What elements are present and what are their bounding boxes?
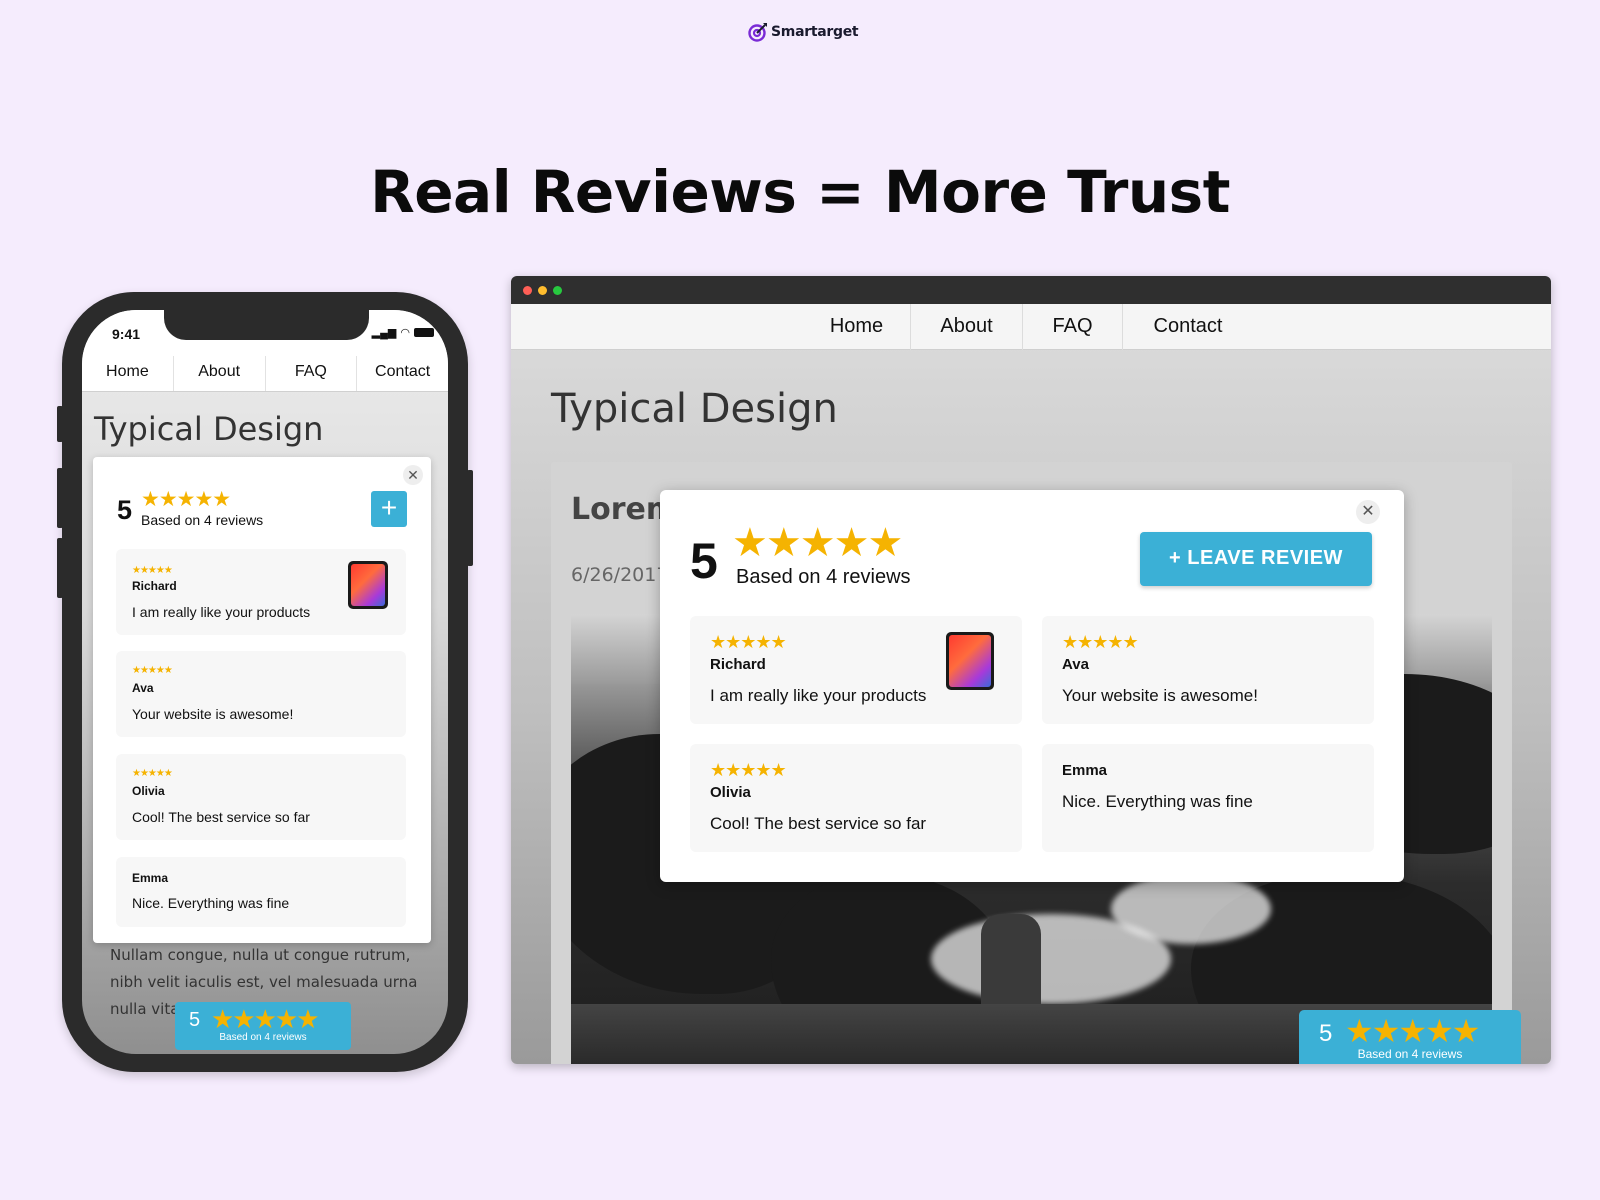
page-title: Typical Design <box>551 386 838 432</box>
widget-score: 5 <box>189 1009 201 1031</box>
review-stars: ★★★★★ <box>132 665 173 676</box>
browser-titlebar <box>511 276 1551 304</box>
add-review-button[interactable]: + <box>371 491 407 527</box>
nav-about[interactable]: About <box>911 304 1023 350</box>
rating-stars: ★★★★★ <box>732 521 903 565</box>
product-tablet-image <box>946 632 994 690</box>
review-card: Emma Nice. Everything was fine <box>1042 744 1374 852</box>
rating-stars: ★★★★★ <box>141 488 231 511</box>
nav-about[interactable]: About <box>174 356 266 391</box>
review-author: Olivia <box>710 784 751 801</box>
review-stars: ★★★★★ <box>710 632 787 652</box>
status-icons: ▂▄▆ ◠ <box>372 326 434 339</box>
phone-volume-down <box>57 538 63 598</box>
rating-count: Based on 4 reviews <box>736 566 911 588</box>
review-text: Cool! The best service so far <box>710 814 927 833</box>
review-text: I am really like your products <box>132 604 311 620</box>
widget-count: Based on 4 reviews <box>219 1032 307 1043</box>
reviews-widget-badge[interactable]: 5 ★★★★★ Based on 4 reviews <box>175 1002 351 1050</box>
nav-home[interactable]: Home <box>82 356 174 391</box>
review-text: Nice. Everything was fine <box>132 895 290 911</box>
site-nav: Home About FAQ Contact <box>511 304 1551 350</box>
close-window-icon[interactable] <box>523 286 532 295</box>
review-card: ★★★★★ Olivia Cool! The best service so f… <box>116 754 406 840</box>
leave-review-button[interactable]: + LEAVE REVIEW <box>1140 532 1372 586</box>
product-tablet-image <box>348 561 388 609</box>
maximize-window-icon[interactable] <box>553 286 562 295</box>
review-author: Richard <box>132 579 177 593</box>
review-author: Ava <box>132 681 154 695</box>
widget-count: Based on 4 reviews <box>1357 1047 1463 1061</box>
brand-name: Smartarget <box>771 24 859 40</box>
review-text: Your website is awesome! <box>132 706 294 722</box>
review-author: Emma <box>132 871 169 885</box>
close-icon[interactable]: ✕ <box>403 465 423 485</box>
phone-screen: 9:41 ▂▄▆ ◠ Home About FAQ Contact Typica… <box>82 310 448 1054</box>
reviews-widget-badge[interactable]: 5 ★★★★★ Based on 4 reviews <box>1299 1010 1521 1064</box>
phone-nav: Home About FAQ Contact <box>82 356 448 392</box>
review-stars: ★★★★★ <box>1062 632 1139 652</box>
post-date: 6/26/2017 <box>571 564 669 586</box>
review-card: Emma Nice. Everything was fine <box>116 857 406 927</box>
review-card: ★★★★★ Ava Your website is awesome! <box>116 651 406 737</box>
phone-power-button <box>467 470 473 566</box>
battery-icon <box>414 328 434 337</box>
review-text: Your website is awesome! <box>1062 686 1258 705</box>
brand-logo: Smartarget <box>748 22 859 42</box>
widget-stars: ★★★★★ <box>1345 1013 1480 1049</box>
nav-contact[interactable]: Contact <box>357 356 448 391</box>
widget-score: 5 <box>1319 1020 1333 1047</box>
close-icon[interactable]: ✕ <box>1356 500 1380 524</box>
review-author: Olivia <box>132 784 165 798</box>
target-logo-icon <box>748 23 767 42</box>
review-stars: ★★★★★ <box>132 768 173 779</box>
headline: Real Reviews = More Trust <box>370 158 1230 226</box>
rating-score: 5 <box>690 533 718 589</box>
phone-volume-up <box>57 468 63 528</box>
review-author: Emma <box>1062 762 1108 779</box>
minimize-window-icon[interactable] <box>538 286 547 295</box>
review-text: Cool! The best service so far <box>132 809 310 825</box>
review-card: ★★★★★ Olivia Cool! The best service so f… <box>690 744 1022 852</box>
wifi-icon: ◠ <box>400 327 410 339</box>
phone-mockup: 9:41 ▂▄▆ ◠ Home About FAQ Contact Typica… <box>57 292 473 1072</box>
review-card: ★★★★★ Richard I am really like your prod… <box>690 616 1022 724</box>
rating-count: Based on 4 reviews <box>141 512 264 528</box>
status-time: 9:41 <box>112 326 141 342</box>
reviews-modal: ✕ 5 ★★★★★ Based on 4 reviews + ★★★★★ Ric… <box>93 457 431 943</box>
widget-stars: ★★★★★ <box>211 1004 320 1034</box>
review-card: ★★★★★ Richard I am really like your prod… <box>116 549 406 635</box>
review-text: I am really like your products <box>710 686 927 705</box>
phone-mute-switch <box>57 406 63 442</box>
reviews-modal: ✕ 5 ★★★★★ Based on 4 reviews + LEAVE REV… <box>660 490 1404 882</box>
review-author: Ava <box>1062 656 1089 673</box>
browser-mockup: Home About FAQ Contact Typical Design Lo… <box>511 276 1551 1064</box>
review-stars: ★★★★★ <box>710 760 787 780</box>
review-card: ★★★★★ Ava Your website is awesome! <box>1042 616 1374 724</box>
rating-score: 5 <box>117 495 133 525</box>
page-title: Typical Design <box>94 410 324 448</box>
nav-faq[interactable]: FAQ <box>266 356 358 391</box>
review-text: Nice. Everything was fine <box>1062 792 1253 811</box>
review-author: Richard <box>710 656 766 673</box>
nav-contact[interactable]: Contact <box>1123 304 1253 350</box>
nav-home[interactable]: Home <box>803 304 911 350</box>
phone-notch <box>164 310 369 340</box>
nav-faq[interactable]: FAQ <box>1023 304 1123 350</box>
review-stars: ★★★★★ <box>132 565 173 576</box>
signal-icon: ▂▄▆ <box>371 327 397 339</box>
